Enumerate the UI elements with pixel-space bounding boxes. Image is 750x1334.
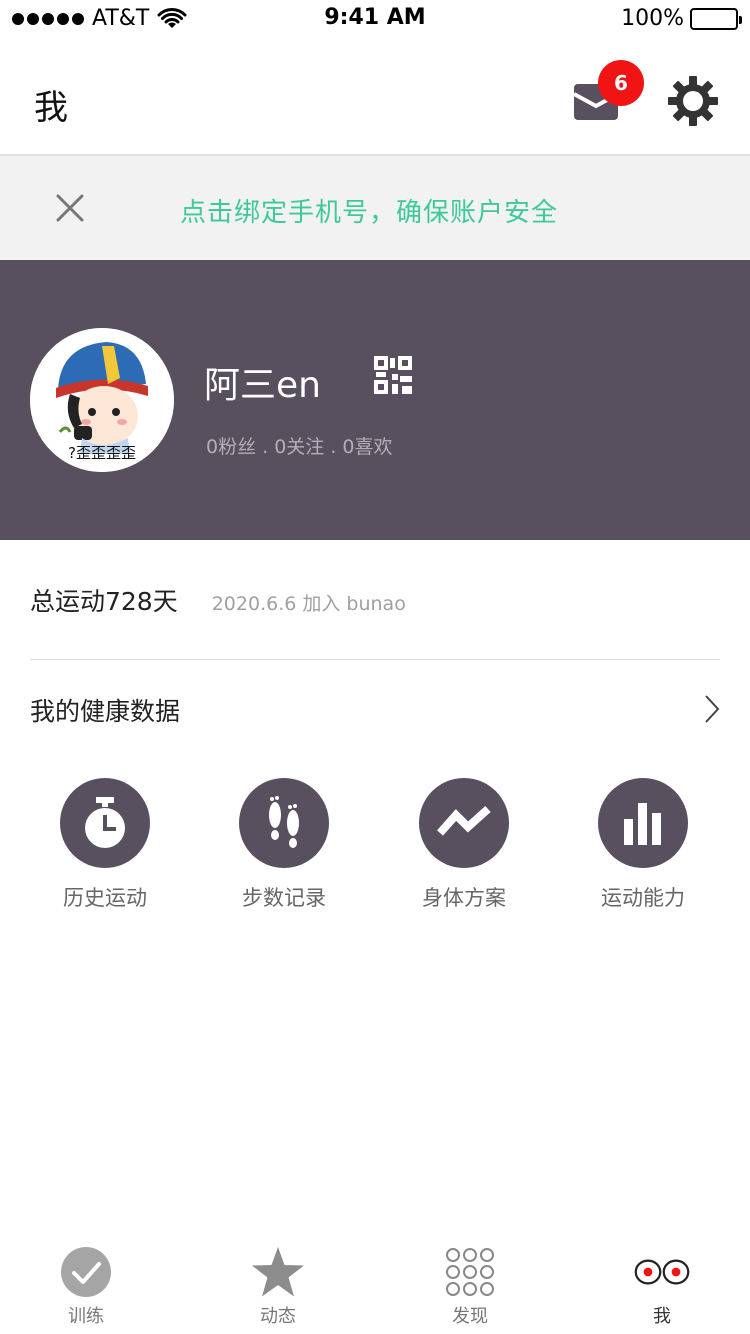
battery-percentage: 100% bbox=[621, 6, 684, 31]
unread-badge: 6 bbox=[598, 60, 644, 106]
tab-label: 动态 bbox=[260, 1306, 296, 1327]
stopwatch-icon bbox=[85, 797, 125, 848]
tab-me[interactable]: 我 bbox=[607, 1244, 717, 1328]
settings-gear-icon[interactable] bbox=[666, 74, 720, 128]
feature-body-plan[interactable]: 身体方案 bbox=[384, 778, 544, 912]
username: 阿三en bbox=[204, 365, 321, 406]
chevron-right-icon[interactable] bbox=[704, 694, 720, 724]
exercise-summary: 总运动728天 2020.6.6 加入 bunao bbox=[30, 582, 720, 622]
health-data-row[interactable]: 我的健康数据 bbox=[30, 692, 720, 732]
feature-label: 步数记录 bbox=[242, 886, 326, 910]
footprints-icon bbox=[269, 796, 299, 848]
close-icon[interactable] bbox=[54, 192, 86, 224]
feature-history-exercise[interactable]: 历史运动 bbox=[25, 778, 185, 912]
avatar-cartoon-image: ?歪歪歪歪 bbox=[30, 328, 174, 472]
avatar[interactable]: ?歪歪歪歪 bbox=[30, 328, 174, 472]
feature-label: 身体方案 bbox=[422, 886, 506, 910]
status-bar-right: 100% bbox=[621, 6, 742, 31]
check-circle-icon bbox=[61, 1247, 111, 1297]
trend-line-icon bbox=[437, 806, 491, 836]
feature-label: 运动能力 bbox=[601, 886, 685, 910]
status-bar: AT&T 9:41 AM 100% bbox=[0, 0, 750, 40]
qr-code-icon[interactable] bbox=[374, 356, 412, 394]
battery-icon bbox=[690, 7, 742, 30]
tab-discover[interactable]: 发现 bbox=[415, 1244, 525, 1328]
total-exercise-days: 总运动728天 bbox=[30, 587, 178, 616]
tab-label: 我 bbox=[653, 1306, 671, 1327]
feature-exercise-ability[interactable]: 运动能力 bbox=[563, 778, 723, 912]
tab-bar: 训练 动态 发现 我 bbox=[0, 1236, 750, 1334]
page-title: 我 bbox=[34, 88, 68, 128]
profile-stats: 0粉丝 . 0关注 . 0喜欢 bbox=[206, 436, 393, 458]
bind-phone-banner[interactable]: 点击绑定手机号，确保账户安全 bbox=[0, 156, 750, 260]
tab-label: 训练 bbox=[68, 1306, 104, 1327]
health-features: 历史运动 步数记录 身体方案 运动能力 bbox=[0, 778, 750, 928]
avatar-caption: ?歪歪歪歪 bbox=[68, 444, 136, 462]
eyes-icon bbox=[634, 1259, 690, 1285]
tab-label: 发现 bbox=[452, 1306, 488, 1327]
nav-bar: 我 6 bbox=[0, 40, 750, 156]
health-data-title: 我的健康数据 bbox=[30, 697, 181, 726]
join-info: 2020.6.6 加入 bunao bbox=[211, 593, 406, 615]
feature-step-records[interactable]: 步数记录 bbox=[204, 778, 364, 912]
profile-header: ?歪歪歪歪 阿三en 0粉丝 . 0关注 . 0喜欢 bbox=[0, 260, 750, 540]
tab-training[interactable]: 训练 bbox=[31, 1244, 141, 1328]
grid-dots-icon bbox=[446, 1248, 494, 1296]
bar-chart-icon bbox=[624, 803, 661, 845]
feature-label: 历史运动 bbox=[63, 886, 147, 910]
star-icon bbox=[252, 1247, 304, 1297]
tab-moments[interactable]: 动态 bbox=[223, 1244, 333, 1328]
divider bbox=[30, 659, 720, 660]
bind-phone-link[interactable]: 点击绑定手机号，确保账户安全 bbox=[180, 192, 558, 229]
